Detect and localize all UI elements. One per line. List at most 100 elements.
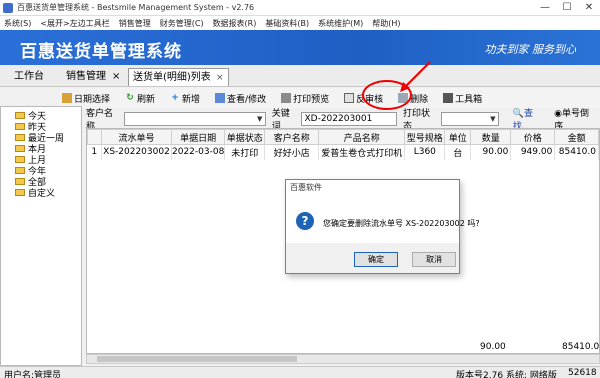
menu-help[interactable]: 帮助(H) (372, 18, 400, 29)
status-version: 版本号2.76 (456, 371, 504, 378)
add-button[interactable]: + 新增 (168, 90, 202, 106)
cell-index: 1 (87, 144, 102, 160)
folder-icon (15, 156, 25, 163)
menu-sales[interactable]: 销售管理 (119, 18, 151, 29)
col-header-index[interactable] (87, 129, 102, 145)
app-banner: 百惠送货单管理系统 功夫到家 服务到心 (0, 30, 600, 65)
menu-finance[interactable]: 财务管理(C) (160, 18, 204, 29)
maximize-button[interactable]: ☐ (556, 2, 578, 13)
highlight-arrow-icon (400, 61, 431, 92)
confirm-delete-dialog: 百惠软件 ? 您确定要删除流水单号 XS-202203002 吗? 确定 取消 (285, 179, 480, 274)
horizontal-scrollbar[interactable] (86, 354, 600, 364)
total-amount: 85410.0 (562, 342, 600, 352)
menu-base-data[interactable]: 基础资料(B) (265, 18, 309, 29)
question-icon: ? (296, 212, 314, 230)
title-bar: 百惠送货单管理系统 - Bestsmile Management System … (0, 0, 600, 16)
radio-icon: ◉ (554, 109, 563, 119)
dialog-footer: 确定 取消 (286, 243, 459, 273)
print-preview-label: 打印预览 (293, 94, 330, 105)
grid-header-row: 流水单号 单据日期 单据状态 客户名称 产品名称 型号规格 单位 数量 价格 金… (87, 129, 599, 145)
keyword-input[interactable]: XD-202203001 (301, 112, 398, 126)
refresh-button[interactable]: ↻ 刷新 (123, 90, 157, 106)
col-header-serial[interactable]: 流水单号 (101, 129, 172, 145)
col-header-model[interactable]: 型号规格 (404, 129, 446, 145)
folder-icon (15, 189, 25, 196)
edit-icon (215, 93, 226, 103)
scrollbar-thumb[interactable] (97, 356, 297, 362)
tab-delivery-list-close-icon[interactable]: × (216, 73, 224, 83)
status-user: 用户名:管理员 (4, 371, 62, 378)
cell-serial: XS-202203002 (101, 144, 172, 160)
menu-maintenance[interactable]: 系统维护(M) (318, 18, 363, 29)
toolbar: 日期选择 ↻ 刷新 + 新增 查看/修改 打印预览 反审核 删除 工具箱 (60, 88, 600, 108)
document-icon (344, 93, 355, 103)
keyword-value: XD-202203001 (304, 114, 373, 124)
print-preview-button[interactable]: 打印预览 (279, 90, 331, 106)
view-edit-label: 查看/修改 (227, 94, 267, 105)
tab-sales-close-icon[interactable]: × (112, 68, 120, 86)
tree-item-this-year[interactable]: 今年 (15, 165, 81, 177)
folder-icon (15, 178, 25, 185)
dialog-message: 您确定要删除流水单号 XS-202203002 吗? (323, 219, 480, 228)
grid-totals: 90.00 85410.0 (86, 342, 600, 354)
cell-model: L360 (404, 144, 446, 160)
tree-item-custom[interactable]: 自定义 (15, 187, 81, 199)
tree-item-this-month[interactable]: 本月 (15, 143, 81, 155)
tab-workbench[interactable]: 工作台 (10, 68, 48, 86)
refresh-label: 刷新 (137, 94, 156, 105)
close-button[interactable]: ✕ (578, 2, 600, 13)
date-select-button[interactable]: 日期选择 (60, 90, 112, 106)
cell-unit: 台 (444, 144, 472, 160)
customer-select[interactable]: ▼ (124, 112, 266, 126)
cell-qty: 90.00 (470, 144, 512, 160)
window-title: 百惠送货单管理系统 - Bestsmile Management System … (17, 3, 255, 12)
tree-item-today[interactable]: 今天 (15, 110, 81, 122)
menu-system[interactable]: 系统(S) (4, 18, 31, 29)
window-controls: — ☐ ✕ (534, 2, 600, 13)
status-bar: 用户名:管理员 版本号2.76 系统: 网络版 52618 (0, 366, 600, 378)
col-header-price[interactable]: 价格 (510, 129, 556, 145)
app-icon (3, 2, 13, 13)
menu-expand-left-toolbar[interactable]: <展开>左边工具栏 (40, 18, 109, 29)
folder-icon (15, 145, 25, 152)
folder-icon (15, 134, 25, 141)
col-header-unit[interactable]: 单位 (444, 129, 472, 145)
tab-delivery-list-label: 送货单(明细)列表 (133, 72, 211, 83)
col-header-qty[interactable]: 数量 (470, 129, 512, 145)
col-header-product[interactable]: 产品名称 (318, 129, 406, 145)
banner-slogan: 功夫到家 服务到心 (484, 43, 577, 56)
col-header-customer[interactable]: 客户名称 (264, 129, 320, 145)
menu-reports[interactable]: 数据报表(R) (213, 18, 257, 29)
calendar-icon (62, 93, 72, 103)
toolbox-button[interactable]: 工具箱 (441, 90, 484, 106)
cancel-button[interactable]: 取消 (412, 252, 456, 267)
table-row[interactable]: 1 XS-202203002 2022-03-08 未打印 好好小店 爱普生卷仓… (87, 144, 599, 160)
plus-icon: + (171, 93, 179, 103)
refresh-icon: ↻ (126, 93, 134, 103)
view-edit-button[interactable]: 查看/修改 (213, 90, 268, 106)
tab-delivery-list[interactable]: 送货单(明细)列表 × (128, 68, 229, 86)
minimize-button[interactable]: — (534, 2, 556, 13)
cell-customer: 好好小店 (264, 144, 320, 160)
col-header-date[interactable]: 单据日期 (170, 129, 226, 145)
tree-item-last-week[interactable]: 最近一周 (15, 132, 81, 144)
printer-icon (281, 93, 292, 103)
col-header-status[interactable]: 单据状态 (224, 129, 266, 145)
tab-bar: 工作台 销售管理 × 送货单(明细)列表 × (0, 65, 600, 87)
tab-sales-label: 销售管理 (66, 71, 106, 82)
cell-amount: 85410.0 (554, 144, 599, 160)
status-edition: 系统: 网络版 (506, 371, 557, 378)
date-filter-tree: 今天 昨天 最近一周 本月 上月 今年 全部 自定义 (0, 106, 82, 366)
search-icon: 🔍 (512, 109, 525, 119)
col-header-amount[interactable]: 金额 (554, 129, 599, 145)
ok-button[interactable]: 确定 (354, 252, 398, 267)
dialog-title: 百惠软件 (290, 183, 322, 192)
folder-icon (15, 123, 25, 130)
cell-price: 949.00 (510, 144, 556, 160)
print-status-select[interactable]: ▼ (441, 112, 499, 126)
cell-status: 未打印 (224, 144, 266, 160)
total-quantity: 90.00 (480, 342, 506, 352)
status-tail: 52618 (568, 368, 597, 378)
tree-item-last-month[interactable]: 上月 (15, 154, 81, 166)
tab-sales-management[interactable]: 销售管理 (62, 68, 110, 86)
